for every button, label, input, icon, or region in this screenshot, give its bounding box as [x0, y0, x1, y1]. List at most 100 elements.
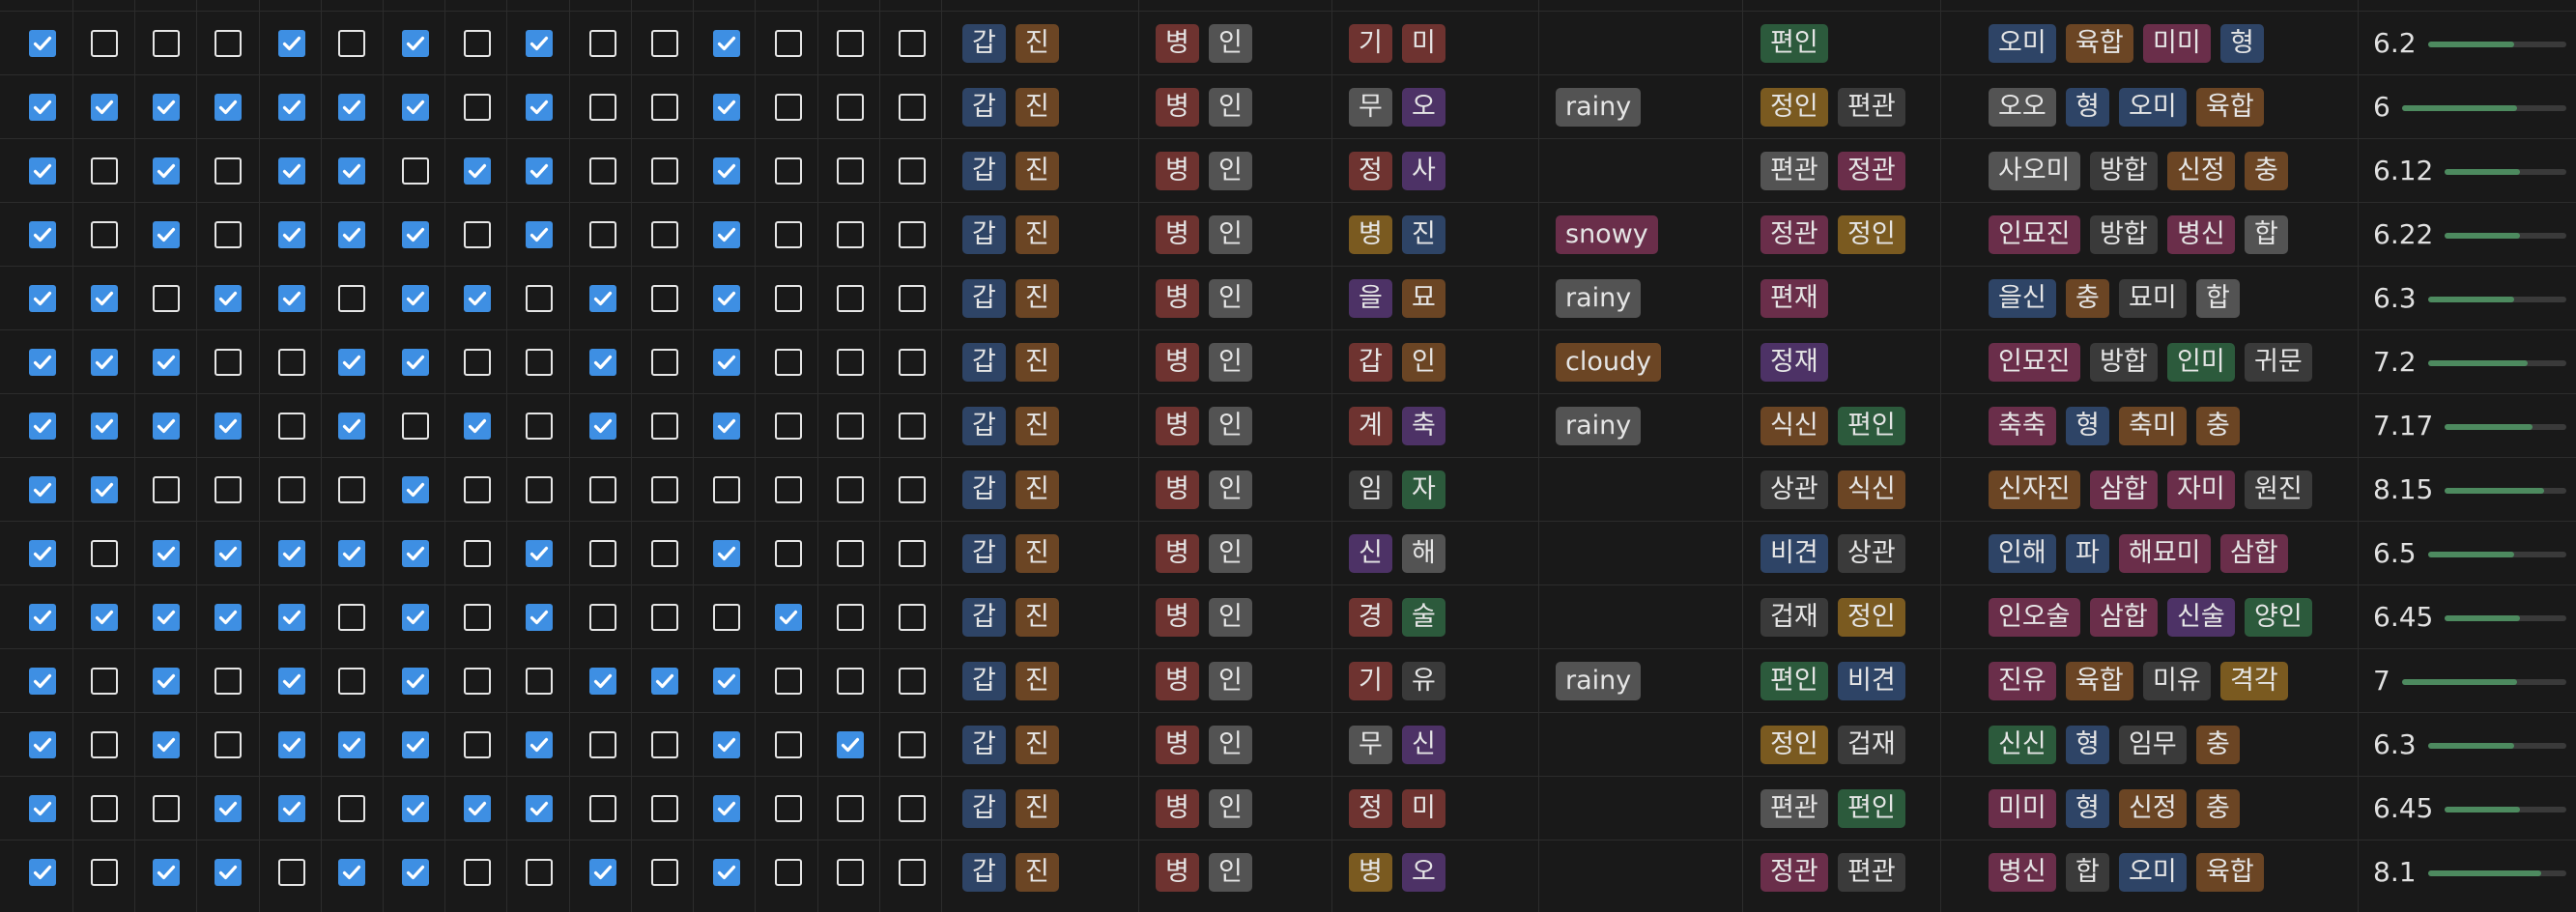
checkbox-unchecked[interactable] [775, 94, 802, 121]
checkbox-unchecked[interactable] [775, 668, 802, 695]
checkbox-unchecked[interactable] [215, 221, 242, 248]
checkbox-checked[interactable] [338, 859, 365, 886]
checkbox-unchecked[interactable] [899, 476, 926, 503]
checkbox-checked[interactable] [464, 795, 491, 822]
checkbox-unchecked[interactable] [651, 731, 678, 758]
checkbox-unchecked[interactable] [153, 795, 180, 822]
checkbox-checked[interactable] [589, 285, 616, 312]
checkbox-checked[interactable] [153, 540, 180, 567]
checkbox-unchecked[interactable] [526, 285, 553, 312]
checkbox-checked[interactable] [29, 604, 56, 631]
checkbox-unchecked[interactable] [899, 731, 926, 758]
checkbox-checked[interactable] [713, 540, 740, 567]
checkbox-checked[interactable] [713, 668, 740, 695]
checkbox-unchecked[interactable] [837, 349, 864, 376]
checkbox-checked[interactable] [402, 94, 429, 121]
checkbox-checked[interactable] [713, 859, 740, 886]
checkbox-checked[interactable] [402, 30, 429, 57]
checkbox-checked[interactable] [338, 94, 365, 121]
checkbox-unchecked[interactable] [402, 413, 429, 440]
checkbox-unchecked[interactable] [402, 157, 429, 185]
checkbox-unchecked[interactable] [837, 540, 864, 567]
checkbox-checked[interactable] [402, 285, 429, 312]
checkbox-unchecked[interactable] [651, 157, 678, 185]
checkbox-checked[interactable] [29, 668, 56, 695]
checkbox-unchecked[interactable] [837, 413, 864, 440]
checkbox-unchecked[interactable] [899, 157, 926, 185]
checkbox-checked[interactable] [278, 157, 305, 185]
checkbox-checked[interactable] [589, 859, 616, 886]
checkbox-unchecked[interactable] [899, 859, 926, 886]
checkbox-checked[interactable] [589, 413, 616, 440]
checkbox-unchecked[interactable] [526, 413, 553, 440]
checkbox-unchecked[interactable] [837, 94, 864, 121]
checkbox-checked[interactable] [29, 30, 56, 57]
checkbox-unchecked[interactable] [651, 30, 678, 57]
checkbox-unchecked[interactable] [526, 668, 553, 695]
checkbox-checked[interactable] [837, 731, 864, 758]
checkbox-unchecked[interactable] [338, 476, 365, 503]
checkbox-unchecked[interactable] [464, 540, 491, 567]
checkbox-unchecked[interactable] [589, 30, 616, 57]
checkbox-checked[interactable] [29, 859, 56, 886]
checkbox-unchecked[interactable] [91, 540, 118, 567]
checkbox-unchecked[interactable] [651, 413, 678, 440]
checkbox-unchecked[interactable] [899, 349, 926, 376]
checkbox-unchecked[interactable] [464, 731, 491, 758]
checkbox-unchecked[interactable] [899, 604, 926, 631]
checkbox-unchecked[interactable] [713, 604, 740, 631]
checkbox-checked[interactable] [464, 285, 491, 312]
checkbox-unchecked[interactable] [837, 859, 864, 886]
checkbox-unchecked[interactable] [91, 30, 118, 57]
checkbox-checked[interactable] [589, 668, 616, 695]
checkbox-checked[interactable] [91, 413, 118, 440]
checkbox-checked[interactable] [215, 859, 242, 886]
checkbox-checked[interactable] [589, 349, 616, 376]
checkbox-checked[interactable] [215, 94, 242, 121]
checkbox-unchecked[interactable] [153, 30, 180, 57]
checkbox-checked[interactable] [526, 30, 553, 57]
checkbox-unchecked[interactable] [338, 604, 365, 631]
checkbox-checked[interactable] [338, 221, 365, 248]
checkbox-checked[interactable] [338, 157, 365, 185]
checkbox-checked[interactable] [402, 859, 429, 886]
checkbox-unchecked[interactable] [651, 221, 678, 248]
checkbox-checked[interactable] [402, 221, 429, 248]
checkbox-unchecked[interactable] [91, 157, 118, 185]
checkbox-unchecked[interactable] [899, 94, 926, 121]
checkbox-unchecked[interactable] [837, 476, 864, 503]
checkbox-checked[interactable] [215, 540, 242, 567]
checkbox-checked[interactable] [153, 94, 180, 121]
checkbox-unchecked[interactable] [775, 413, 802, 440]
checkbox-checked[interactable] [278, 540, 305, 567]
checkbox-checked[interactable] [29, 540, 56, 567]
checkbox-checked[interactable] [651, 668, 678, 695]
checkbox-unchecked[interactable] [215, 668, 242, 695]
checkbox-checked[interactable] [526, 94, 553, 121]
checkbox-checked[interactable] [29, 413, 56, 440]
checkbox-unchecked[interactable] [713, 476, 740, 503]
checkbox-checked[interactable] [278, 604, 305, 631]
checkbox-checked[interactable] [91, 604, 118, 631]
checkbox-checked[interactable] [153, 668, 180, 695]
checkbox-checked[interactable] [215, 285, 242, 312]
checkbox-unchecked[interactable] [837, 157, 864, 185]
checkbox-unchecked[interactable] [278, 413, 305, 440]
checkbox-unchecked[interactable] [775, 476, 802, 503]
checkbox-checked[interactable] [215, 604, 242, 631]
checkbox-checked[interactable] [526, 731, 553, 758]
checkbox-checked[interactable] [29, 476, 56, 503]
checkbox-unchecked[interactable] [153, 476, 180, 503]
checkbox-unchecked[interactable] [526, 349, 553, 376]
checkbox-checked[interactable] [402, 540, 429, 567]
checkbox-unchecked[interactable] [526, 859, 553, 886]
checkbox-unchecked[interactable] [464, 221, 491, 248]
checkbox-unchecked[interactable] [899, 795, 926, 822]
checkbox-unchecked[interactable] [899, 413, 926, 440]
checkbox-unchecked[interactable] [899, 221, 926, 248]
checkbox-checked[interactable] [338, 540, 365, 567]
checkbox-checked[interactable] [402, 604, 429, 631]
checkbox-unchecked[interactable] [526, 476, 553, 503]
checkbox-checked[interactable] [29, 349, 56, 376]
checkbox-unchecked[interactable] [775, 285, 802, 312]
